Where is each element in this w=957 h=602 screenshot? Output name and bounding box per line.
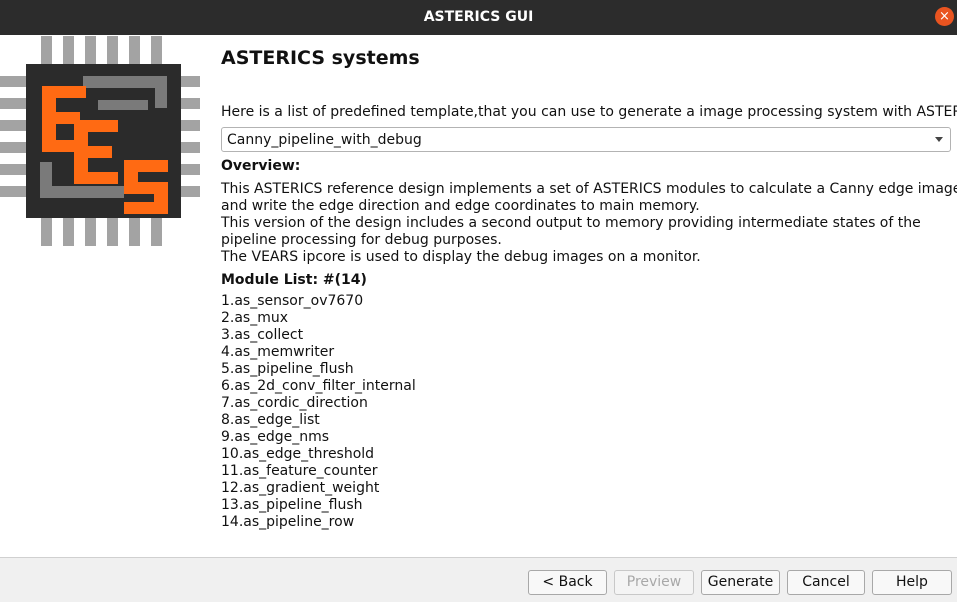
page-title: ASTERICS systems <box>221 47 420 69</box>
overview-line: and write the edge direction and edge co… <box>221 198 700 214</box>
list-item: 12.as_gradient_weight <box>221 480 380 496</box>
overview-line: This ASTERICS reference design implement… <box>221 181 957 197</box>
preview-button[interactable]: Preview <box>614 570 694 595</box>
list-item: 1.as_sensor_ov7670 <box>221 293 364 309</box>
list-item: 9.as_edge_nms <box>221 429 330 445</box>
list-item: 2.as_mux <box>221 310 289 326</box>
asterics-chip-logo-icon <box>0 36 200 246</box>
close-icon[interactable]: × <box>935 7 954 26</box>
template-select[interactable]: Canny_pipeline_with_debug <box>221 127 951 152</box>
list-item: 10.as_edge_threshold <box>221 446 375 462</box>
overview-label: Overview: <box>221 158 301 174</box>
window-title: ASTERICS GUI <box>423 9 534 25</box>
help-button[interactable]: Help <box>872 570 952 595</box>
list-item: 6.as_2d_conv_filter_internal <box>221 378 416 394</box>
overview-line: pipeline processing for debug purposes. <box>221 232 502 248</box>
list-item: 11.as_feature_counter <box>221 463 378 479</box>
list-item: 7.as_cordic_direction <box>221 395 368 411</box>
list-item: 8.as_edge_list <box>221 412 320 428</box>
list-item: 5.as_pipeline_flush <box>221 361 354 377</box>
overview-description: This ASTERICS reference design implement… <box>221 181 957 266</box>
module-list: 1.as_sensor_ov7670 2.as_mux 3.as_collect… <box>221 293 416 531</box>
chevron-down-icon <box>935 137 943 142</box>
list-item: 14.as_pipeline_row <box>221 514 355 530</box>
overview-line: The VEARS ipcore is used to display the … <box>221 249 701 265</box>
cancel-button[interactable]: Cancel <box>787 570 865 595</box>
overview-line: This version of the design includes a se… <box>221 215 921 231</box>
back-button[interactable]: < Back <box>528 570 607 595</box>
list-item: 3.as_collect <box>221 327 304 343</box>
list-item: 4.as_memwriter <box>221 344 335 360</box>
generate-button[interactable]: Generate <box>701 570 780 595</box>
list-item: 13.as_pipeline_flush <box>221 497 363 513</box>
template-select-value: Canny_pipeline_with_debug <box>227 132 422 148</box>
intro-text: Here is a list of predefined template,th… <box>221 104 957 120</box>
title-bar: ASTERICS GUI × <box>0 0 957 35</box>
module-list-label: Module List: #(14) <box>221 272 367 288</box>
